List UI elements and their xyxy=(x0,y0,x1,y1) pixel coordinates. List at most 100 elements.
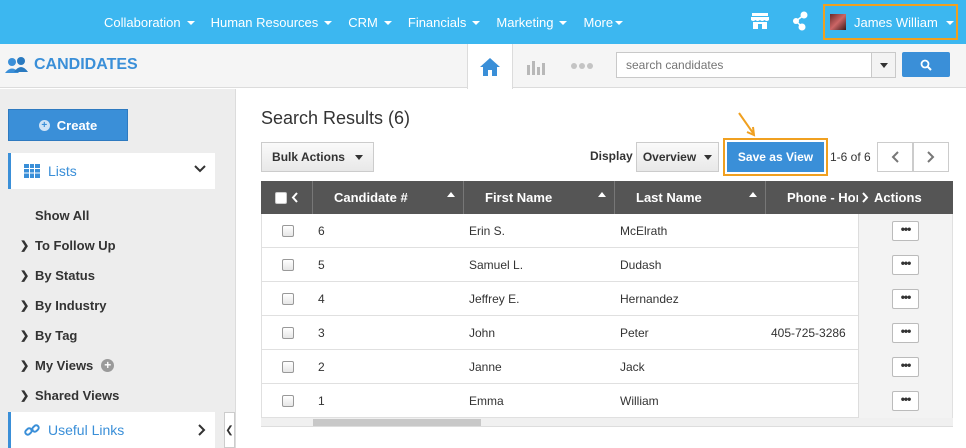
last-name: Jack xyxy=(620,360,645,374)
column-header-last-name[interactable]: Last Name xyxy=(615,181,766,214)
next-page-button[interactable] xyxy=(913,142,949,172)
bulk-actions-button[interactable]: Bulk Actions xyxy=(261,142,374,172)
nav-item-financials[interactable]: Financials xyxy=(408,15,481,30)
candidate-number: 2 xyxy=(318,360,325,374)
list-item-label: Show All xyxy=(35,207,90,223)
pagination-info: 1-6 of 6 xyxy=(830,150,871,164)
column-header-first-name[interactable]: First Name xyxy=(464,181,615,214)
row-actions-button[interactable]: ••• xyxy=(892,221,919,241)
caret-down-icon xyxy=(559,21,568,25)
nav-item-human-resources[interactable]: Human Resources xyxy=(211,15,333,30)
top-navigation-bar: Collaboration Human Resources CRM Financ… xyxy=(0,0,966,44)
prev-page-button[interactable] xyxy=(877,142,913,172)
nav-item-more[interactable]: More xyxy=(583,14,624,30)
actions-cell: ••• xyxy=(858,350,953,384)
row-checkbox[interactable] xyxy=(281,259,294,271)
tab-reports[interactable] xyxy=(513,44,559,88)
row-checkbox[interactable] xyxy=(281,225,294,237)
candidate-number: 5 xyxy=(318,258,325,272)
row-select-cell xyxy=(261,316,313,350)
column-label: Last Name xyxy=(636,190,702,205)
nav-item-collaboration[interactable]: Collaboration xyxy=(104,15,195,30)
list-item-by-tag[interactable]: ❯ By Tag xyxy=(20,320,119,350)
scroll-left-icon[interactable] xyxy=(291,192,298,203)
search-box xyxy=(616,52,896,78)
add-view-icon[interactable]: + xyxy=(101,358,115,372)
horizontal-scrollbar[interactable] xyxy=(261,418,953,427)
nav-item-label: More xyxy=(583,14,614,30)
list-item-show-all[interactable]: Show All xyxy=(20,200,119,230)
save-as-view-button[interactable]: Save as View xyxy=(727,142,824,172)
user-menu[interactable]: James William xyxy=(823,4,958,40)
scroll-right-icon[interactable] xyxy=(862,192,869,203)
row-actions-button[interactable]: ••• xyxy=(892,391,919,411)
table-row[interactable]: 4 Jeffrey E. Hernandez ••• xyxy=(261,282,953,316)
table-row[interactable]: 2 Janne Jack ••• xyxy=(261,350,953,384)
row-select-cell xyxy=(261,350,313,384)
nav-item-marketing[interactable]: Marketing xyxy=(496,14,568,30)
sidebar-collapse-handle[interactable]: ❮ xyxy=(224,412,235,448)
actions-cell: ••• xyxy=(858,384,953,418)
list-item-by-status[interactable]: ❯ By Status xyxy=(20,260,119,290)
list-item-to-follow-up[interactable]: ❯ To Follow Up xyxy=(20,230,119,260)
list-item-my-views[interactable]: ❯ My Views + xyxy=(20,350,119,380)
row-select-cell xyxy=(261,248,313,282)
table-row[interactable]: 6 Erin S. McElrath ••• xyxy=(261,214,953,248)
row-actions-button[interactable]: ••• xyxy=(892,323,919,343)
search-button[interactable] xyxy=(902,52,950,77)
search-dropdown[interactable] xyxy=(871,53,895,77)
row-actions-button[interactable]: ••• xyxy=(892,357,919,377)
column-header-phone-home[interactable]: Phone - Hom xyxy=(766,181,858,214)
select-all-checkbox[interactable] xyxy=(275,191,287,204)
table-row[interactable]: 5 Samuel L. Dudash ••• xyxy=(261,248,953,282)
nav-item-crm[interactable]: CRM xyxy=(348,15,392,30)
scrollbar-thumb[interactable] xyxy=(313,419,481,426)
chevron-right-icon: ❯ xyxy=(20,359,30,372)
row-checkbox[interactable] xyxy=(281,293,294,305)
page-title: Search Results (6) xyxy=(261,108,411,128)
list-item-label: My Views xyxy=(35,357,94,373)
nav-item-label: Marketing xyxy=(496,14,554,30)
phone-home xyxy=(766,282,858,316)
list-item-by-industry[interactable]: ❯ By Industry xyxy=(20,290,119,320)
row-checkbox[interactable] xyxy=(281,361,294,373)
lists-panel-header[interactable]: Lists xyxy=(8,153,215,189)
column-label: First Name xyxy=(485,190,553,205)
useful-links-panel-header[interactable]: Useful Links xyxy=(8,412,215,448)
first-name: Jeffrey E. xyxy=(469,292,520,306)
search-input[interactable] xyxy=(617,53,871,77)
share-icon[interactable] xyxy=(790,10,810,32)
create-button[interactable]: + Create xyxy=(8,109,128,141)
caret-down-icon xyxy=(704,154,713,160)
chevron-right-icon: ❯ xyxy=(20,389,30,402)
row-select-cell xyxy=(261,282,313,316)
app-title-label: CANDIDATES xyxy=(34,56,138,73)
last-name: Peter xyxy=(620,326,649,340)
caret-down-icon xyxy=(383,21,392,25)
search-icon xyxy=(920,59,932,71)
nav-item-label: Human Resources xyxy=(210,14,319,30)
list-item-label: By Tag xyxy=(35,327,78,343)
chevron-right-icon: ❯ xyxy=(20,269,30,282)
tab-more[interactable] xyxy=(559,44,605,88)
store-icon[interactable] xyxy=(750,11,770,31)
row-checkbox[interactable] xyxy=(281,395,294,407)
chevron-left-icon xyxy=(891,151,899,163)
list-item-label: To Follow Up xyxy=(35,237,116,253)
list-item-shared-views[interactable]: ❯ Shared Views xyxy=(20,380,119,410)
app-title[interactable]: CANDIDATES xyxy=(5,54,138,76)
tab-home[interactable] xyxy=(467,44,513,89)
display-select[interactable]: Overview xyxy=(636,142,719,172)
table-row[interactable]: 1 Emma William ••• xyxy=(261,384,953,418)
row-actions-button[interactable]: ••• xyxy=(892,255,919,275)
table-row[interactable]: 3 John Peter 405-725-3286 ••• xyxy=(261,316,953,350)
select-all-header xyxy=(261,181,313,214)
row-actions-button[interactable]: ••• xyxy=(892,289,919,309)
column-header-candidate-number[interactable]: Candidate # xyxy=(313,181,464,214)
column-label: Actions xyxy=(874,190,922,205)
caret-down-icon xyxy=(324,21,333,25)
column-label: Phone - Hom xyxy=(787,190,858,205)
actions-cell: ••• xyxy=(858,214,953,248)
row-checkbox[interactable] xyxy=(281,327,294,339)
first-name: Samuel L. xyxy=(469,258,524,272)
